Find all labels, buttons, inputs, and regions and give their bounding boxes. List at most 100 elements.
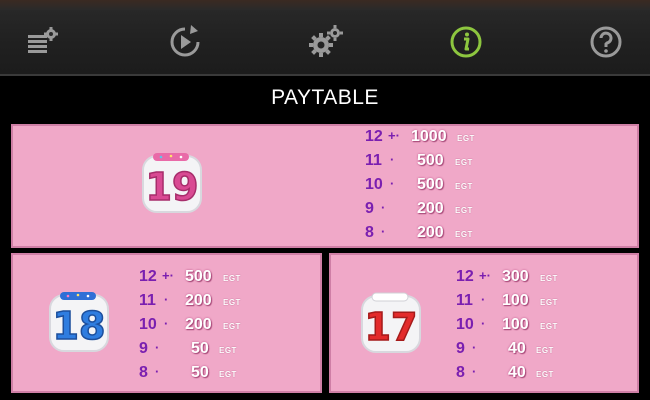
count-suffix: +· [388, 128, 400, 143]
count-suffix: · [390, 176, 395, 191]
payout-amount: 200 [185, 316, 212, 333]
payout-row: 12 +· 1000 EGT [365, 128, 635, 148]
match-count: 12 [139, 268, 157, 285]
help-button[interactable] [586, 22, 626, 62]
match-count: 9 [365, 200, 374, 217]
payout-row: 11 · 200 EGT [139, 292, 319, 312]
count-suffix: · [155, 340, 160, 355]
currency-label: EGT [540, 298, 558, 307]
payout-row: 8 · 200 EGT [365, 224, 635, 244]
payout-amount: 500 [185, 268, 212, 285]
dice-18-number: 18 [53, 304, 106, 348]
match-count: 11 [456, 292, 473, 309]
currency-label: EGT [455, 182, 473, 191]
payout-amount: 200 [417, 200, 444, 217]
paytable-panel-17: 17 12 +· 300 EGT 11 · 100 EGT 10 · 100 E… [329, 253, 639, 393]
payout-amount: 50 [191, 364, 209, 381]
payout-row: 10 · 100 EGT [456, 316, 636, 336]
dice-18-symbol: 18 [49, 292, 109, 352]
payout-row: 9 · 50 EGT [139, 340, 319, 360]
dice-19-symbol: 19 [142, 153, 202, 213]
settings-button[interactable] [305, 22, 345, 62]
top-strip [0, 0, 650, 10]
match-count: 8 [456, 364, 465, 381]
count-suffix: · [472, 340, 477, 355]
payout-amount: 200 [185, 292, 212, 309]
match-count: 9 [456, 340, 465, 357]
payout-amount: 200 [417, 224, 444, 241]
dice-17-symbol: 17 [361, 292, 421, 353]
currency-label: EGT [223, 274, 241, 283]
currency-label: EGT [223, 298, 241, 307]
replay-button[interactable] [165, 22, 205, 62]
match-count: 12 [365, 128, 383, 145]
dice-17-number: 17 [365, 305, 418, 349]
paytable-panel-18: 18 12 +· 500 EGT 11 · 200 EGT 10 · 200 E… [11, 253, 322, 393]
payout-row: 10 · 200 EGT [139, 316, 319, 336]
paytable-panel-19: 19 12 +· 1000 EGT 11 · 500 EGT 10 · 500 … [11, 124, 639, 248]
match-count: 11 [139, 292, 156, 309]
currency-label: EGT [223, 322, 241, 331]
currency-label: EGT [219, 370, 237, 379]
currency-label: EGT [540, 322, 558, 331]
count-suffix: · [164, 292, 169, 307]
replay-icon [170, 25, 200, 57]
match-count: 11 [365, 152, 382, 169]
payout-amount: 500 [417, 176, 444, 193]
payout-row: 8 · 40 EGT [456, 364, 636, 384]
match-count: 10 [365, 176, 383, 193]
payout-amount: 1000 [411, 128, 447, 145]
count-suffix: +· [479, 268, 491, 283]
currency-label: EGT [455, 206, 473, 215]
count-suffix: · [381, 200, 386, 215]
payout-row: 8 · 50 EGT [139, 364, 319, 384]
top-nav-bar [0, 0, 650, 76]
gears-icon [309, 25, 343, 57]
count-suffix: · [481, 316, 486, 331]
payout-amount: 40 [508, 364, 526, 381]
payout-amount: 100 [502, 316, 529, 333]
match-count: 10 [456, 316, 474, 333]
page-title: PAYTABLE [271, 86, 379, 109]
payout-row: 9 · 200 EGT [365, 200, 635, 220]
payout-list: 12 +· 1000 EGT 11 · 500 EGT 10 · 500 EGT… [365, 126, 635, 250]
count-suffix: · [390, 152, 395, 167]
currency-label: EGT [219, 346, 237, 355]
count-suffix: · [155, 364, 160, 379]
match-count: 12 [456, 268, 474, 285]
payout-list: 12 +· 300 EGT 11 · 100 EGT 10 · 100 EGT … [456, 266, 636, 390]
payout-row: 12 +· 500 EGT [139, 268, 319, 288]
payout-row: 12 +· 300 EGT [456, 268, 636, 288]
count-suffix: +· [162, 268, 174, 283]
question-icon [590, 26, 622, 58]
match-count: 9 [139, 340, 148, 357]
count-suffix: · [472, 364, 477, 379]
count-suffix: · [381, 224, 386, 239]
currency-label: EGT [536, 346, 554, 355]
payout-row: 11 · 100 EGT [456, 292, 636, 312]
payout-amount: 100 [502, 292, 529, 309]
stacked-coins-gear-icon [28, 27, 58, 53]
payout-list: 12 +· 500 EGT 11 · 200 EGT 10 · 200 EGT … [139, 266, 319, 390]
dice-19-number: 19 [146, 165, 199, 209]
match-count: 8 [139, 364, 148, 381]
payout-amount: 500 [417, 152, 444, 169]
info-icon [450, 26, 482, 58]
currency-label: EGT [536, 370, 554, 379]
payout-row: 10 · 500 EGT [365, 176, 635, 196]
payout-row: 11 · 500 EGT [365, 152, 635, 172]
autoplay-settings-button[interactable] [24, 22, 64, 62]
currency-label: EGT [455, 158, 473, 167]
currency-label: EGT [457, 134, 475, 143]
count-suffix: · [164, 316, 169, 331]
match-count: 10 [139, 316, 157, 333]
currency-label: EGT [540, 274, 558, 283]
payout-amount: 40 [508, 340, 526, 357]
count-suffix: · [481, 292, 486, 307]
info-button[interactable] [446, 22, 486, 62]
payout-amount: 50 [191, 340, 209, 357]
payout-row: 9 · 40 EGT [456, 340, 636, 360]
currency-label: EGT [455, 230, 473, 239]
match-count: 8 [365, 224, 374, 241]
payout-amount: 300 [502, 268, 529, 285]
